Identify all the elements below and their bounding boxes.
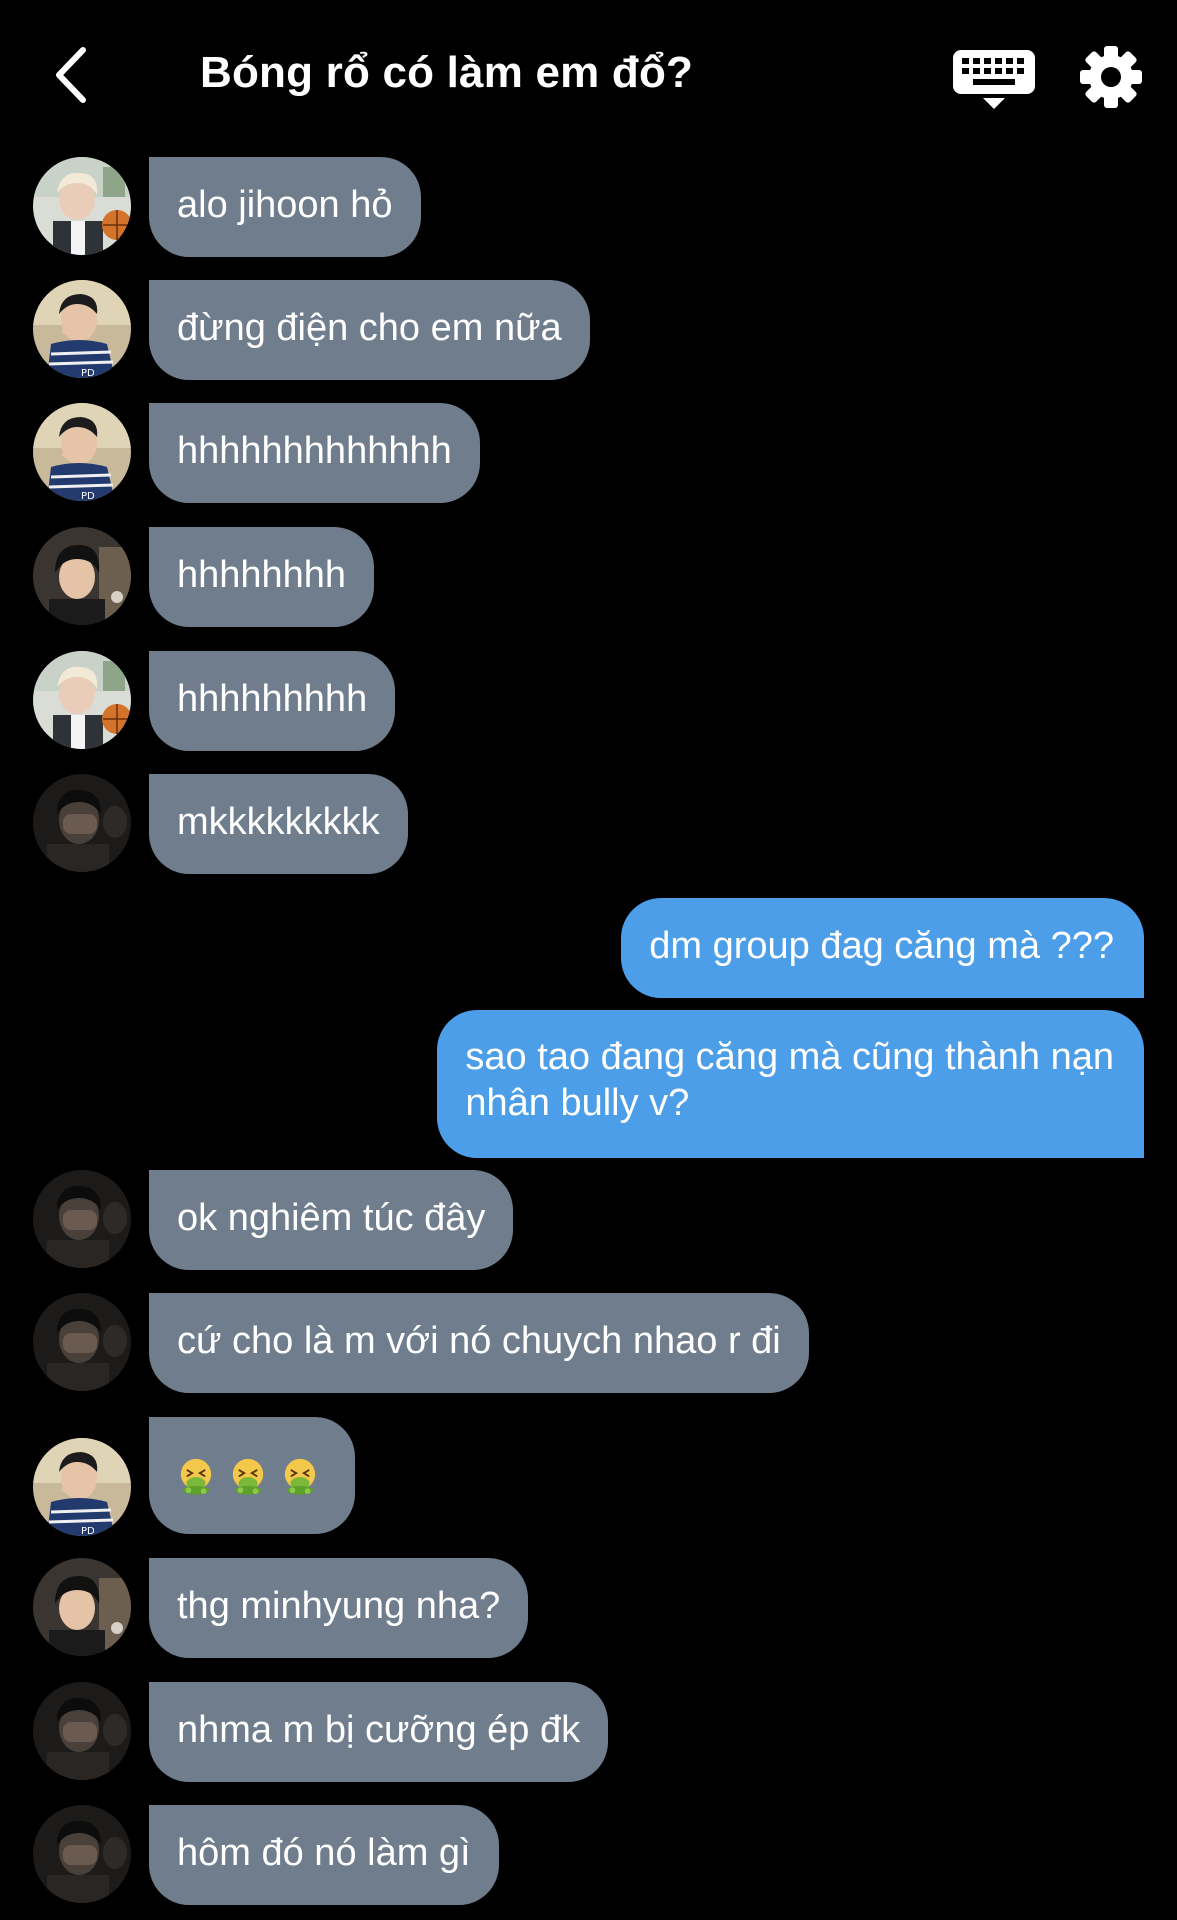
avatar-blond-boy[interactable]: [33, 651, 131, 749]
keyboard-icon: [953, 50, 1035, 109]
message-bubble[interactable]: [149, 1417, 355, 1534]
message-bubble[interactable]: hhhhhhhhhhhhh: [149, 403, 480, 503]
avatar-dark-hair-boy[interactable]: [33, 527, 131, 625]
avatar-blond-boy[interactable]: [33, 157, 131, 255]
message-bubble-outgoing[interactable]: sao tao đang căng mà cũng thành nạn nhân…: [437, 1010, 1144, 1158]
chat-title: Bóng rổ có làm em đổ?: [200, 48, 694, 97]
message-bubble[interactable]: hhhhhhhhh: [149, 651, 396, 751]
message-bubble[interactable]: hhhhhhhh: [149, 527, 375, 627]
message-bubble[interactable]: mkkkkkkkkk: [149, 774, 408, 874]
message-bubble[interactable]: hôm đó nó làm gì: [149, 1805, 499, 1905]
message-line: nhân bully v?: [465, 1082, 690, 1124]
avatar-dark-hair-boy[interactable]: [33, 1558, 131, 1656]
gear-icon: [1080, 46, 1142, 108]
message-bubble[interactable]: ok nghiêm túc đây: [149, 1170, 514, 1270]
vomiting-face-emoji: [177, 1457, 215, 1495]
keyboard-button[interactable]: [945, 46, 1043, 112]
avatar-peace-sign-boy[interactable]: [33, 280, 131, 378]
avatar-face-cover-boy[interactable]: [33, 1170, 131, 1268]
message-bubble[interactable]: cứ cho là m với nó chuych nhao r đi: [149, 1293, 809, 1393]
avatar-peace-sign-boy[interactable]: [33, 1438, 131, 1536]
avatar-face-cover-boy[interactable]: [33, 1293, 131, 1391]
message-bubble[interactable]: nhma m bị cưỡng ép đk: [149, 1682, 609, 1782]
message-line: sao tao đang căng mà cũng thành nạn: [465, 1036, 1114, 1078]
avatar-face-cover-boy[interactable]: [33, 1682, 131, 1780]
chevron-left-icon: [56, 47, 86, 103]
avatar-face-cover-boy[interactable]: [33, 1805, 131, 1903]
message-bubble[interactable]: alo jihoon hỏ: [149, 157, 421, 257]
vomiting-face-emoji: [229, 1457, 267, 1495]
back-button[interactable]: [36, 40, 106, 110]
settings-button[interactable]: [1078, 44, 1144, 110]
avatar-face-cover-boy[interactable]: [33, 774, 131, 872]
message-bubble-outgoing[interactable]: dm group đag căng mà ???: [621, 898, 1144, 998]
chat-header: Bóng rổ có làm em đổ?: [0, 0, 1177, 150]
vomiting-face-emoji: [281, 1457, 319, 1495]
emoji-group: [177, 1449, 319, 1495]
message-bubble[interactable]: đừng điện cho em nữa: [149, 280, 590, 380]
avatar-peace-sign-boy[interactable]: [33, 403, 131, 501]
message-bubble[interactable]: thg minhyung nha?: [149, 1558, 529, 1658]
